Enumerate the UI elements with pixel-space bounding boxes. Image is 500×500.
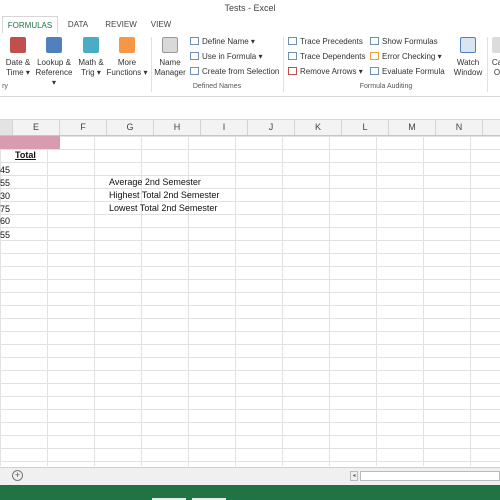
status-bar — [0, 485, 500, 500]
calendar-icon — [10, 37, 26, 53]
watch-window-button[interactable]: Watch Window — [450, 37, 486, 78]
trace-precedents-button[interactable]: Trace Precedents — [288, 37, 363, 46]
defined-names-group-label: Defined Names — [192, 83, 242, 90]
group-divider — [487, 37, 488, 92]
ribbon-tabs: FORMULAS DATA REVIEW VIEW — [0, 16, 500, 34]
column-header-g[interactable]: G — [107, 120, 154, 135]
column-header-d[interactable] — [0, 120, 13, 135]
function-library-group-label: ry — [2, 83, 8, 90]
column-header-m[interactable]: M — [389, 120, 436, 135]
calc-label-1: Ca — [491, 58, 500, 67]
theta-icon — [83, 37, 99, 53]
more-functions-button[interactable]: More Functions ▾ — [106, 37, 148, 78]
error-checking-icon — [370, 52, 379, 60]
math-label-1: Math & — [78, 58, 104, 67]
add-sheet-icon[interactable]: + — [12, 470, 23, 481]
column-header-h[interactable]: H — [154, 120, 201, 135]
name-manager-button[interactable]: Name Manager — [153, 37, 187, 78]
cell-value[interactable]: 55 — [0, 177, 10, 190]
tab-formulas[interactable]: FORMULAS — [2, 16, 58, 34]
more-functions-icon — [119, 37, 135, 53]
error-checking-button[interactable]: Error Checking ▾ — [370, 52, 442, 61]
watch-window-icon — [460, 37, 476, 53]
tab-data[interactable]: DATA — [60, 16, 96, 33]
math-label-2: Trig ▾ — [81, 68, 101, 77]
define-name-icon — [190, 37, 199, 45]
remove-arrows-button[interactable]: Remove Arrows ▾ — [288, 67, 363, 76]
title-bar: Tests - Excel — [0, 0, 500, 16]
watch-window-label-1: Watch — [456, 58, 480, 67]
lookup-label-1: Lookup & — [37, 58, 71, 67]
lowest-label-cell[interactable]: Lowest Total 2nd Semester — [109, 202, 217, 215]
trace-dependents-button[interactable]: Trace Dependents — [288, 52, 366, 61]
use-in-formula-button[interactable]: Use in Formula ▾ — [190, 52, 263, 61]
evaluate-formula-icon — [370, 67, 379, 75]
lookup-label-2: Reference ▾ — [35, 68, 73, 87]
average-label-cell[interactable]: Average 2nd Semester — [109, 176, 201, 189]
more-label-2: Functions ▾ — [106, 68, 148, 77]
formula-auditing-group-label: Formula Auditing — [359, 83, 413, 90]
group-divider — [151, 37, 152, 92]
column-header-e[interactable]: E — [13, 120, 60, 135]
sheet-tab-bar: + ◂ — [0, 467, 500, 485]
lookup-reference-button[interactable]: Lookup & Reference ▾ — [34, 37, 74, 88]
fx-icon — [190, 52, 199, 60]
total-header-cell[interactable]: Total — [15, 149, 36, 162]
date-time-button[interactable]: Date & Time ▾ — [2, 37, 34, 78]
show-formulas-button[interactable]: Show Formulas — [370, 37, 438, 46]
column-header-f[interactable]: F — [60, 120, 107, 135]
tab-view[interactable]: VIEW — [146, 16, 176, 33]
cell-value[interactable]: 45 — [0, 164, 10, 177]
date-time-label-2: Time ▾ — [6, 68, 30, 77]
column-header-n[interactable]: N — [436, 120, 483, 135]
cell-value[interactable]: 55 — [0, 229, 10, 242]
window-title: Tests - Excel — [224, 3, 276, 13]
trace-precedents-icon — [288, 37, 297, 45]
highlighted-cell-row[interactable] — [0, 136, 60, 149]
name-manager-label-1: Name — [159, 58, 181, 67]
trace-dependents-icon — [288, 52, 297, 60]
date-time-label-1: Date & — [5, 58, 31, 67]
show-formulas-icon — [370, 37, 379, 45]
column-headers: E F G H I J K L M N — [0, 120, 500, 136]
calculator-icon — [492, 37, 500, 53]
math-trig-button[interactable]: Math & Trig ▾ — [76, 37, 106, 78]
evaluate-formula-button[interactable]: Evaluate Formula — [370, 67, 445, 76]
column-header-l[interactable]: L — [342, 120, 389, 135]
more-label-1: More — [117, 58, 137, 67]
name-manager-label-2: Manager — [154, 68, 186, 77]
ribbon: Date & Time ▾ Lookup & Reference ▾ Math … — [0, 33, 500, 97]
lookup-icon — [46, 37, 62, 53]
column-header-i[interactable]: I — [201, 120, 248, 135]
remove-arrows-icon — [288, 67, 297, 75]
create-from-selection-icon — [190, 67, 199, 75]
highest-label-cell[interactable]: Highest Total 2nd Semester — [109, 189, 219, 202]
horizontal-scrollbar[interactable] — [360, 471, 500, 481]
tab-review[interactable]: REVIEW — [100, 16, 142, 33]
column-header-j[interactable]: J — [248, 120, 295, 135]
define-name-button[interactable]: Define Name ▾ — [190, 37, 255, 46]
formula-bar[interactable] — [0, 97, 500, 120]
scroll-left-icon[interactable]: ◂ — [350, 471, 358, 481]
worksheet-grid[interactable]: Total 45 55 30 75 60 55 Average 2nd Seme… — [0, 136, 500, 466]
cell-value[interactable]: 60 — [0, 215, 10, 228]
calc-label-2: O — [493, 68, 500, 77]
watch-window-label-2: Window — [453, 68, 483, 77]
calculation-options-button[interactable]: Ca O — [490, 37, 500, 78]
create-from-selection-button[interactable]: Create from Selection — [190, 67, 279, 76]
cell-value[interactable]: 30 — [0, 190, 10, 203]
column-header-k[interactable]: K — [295, 120, 342, 135]
group-divider — [283, 37, 284, 92]
name-manager-icon — [162, 37, 178, 53]
